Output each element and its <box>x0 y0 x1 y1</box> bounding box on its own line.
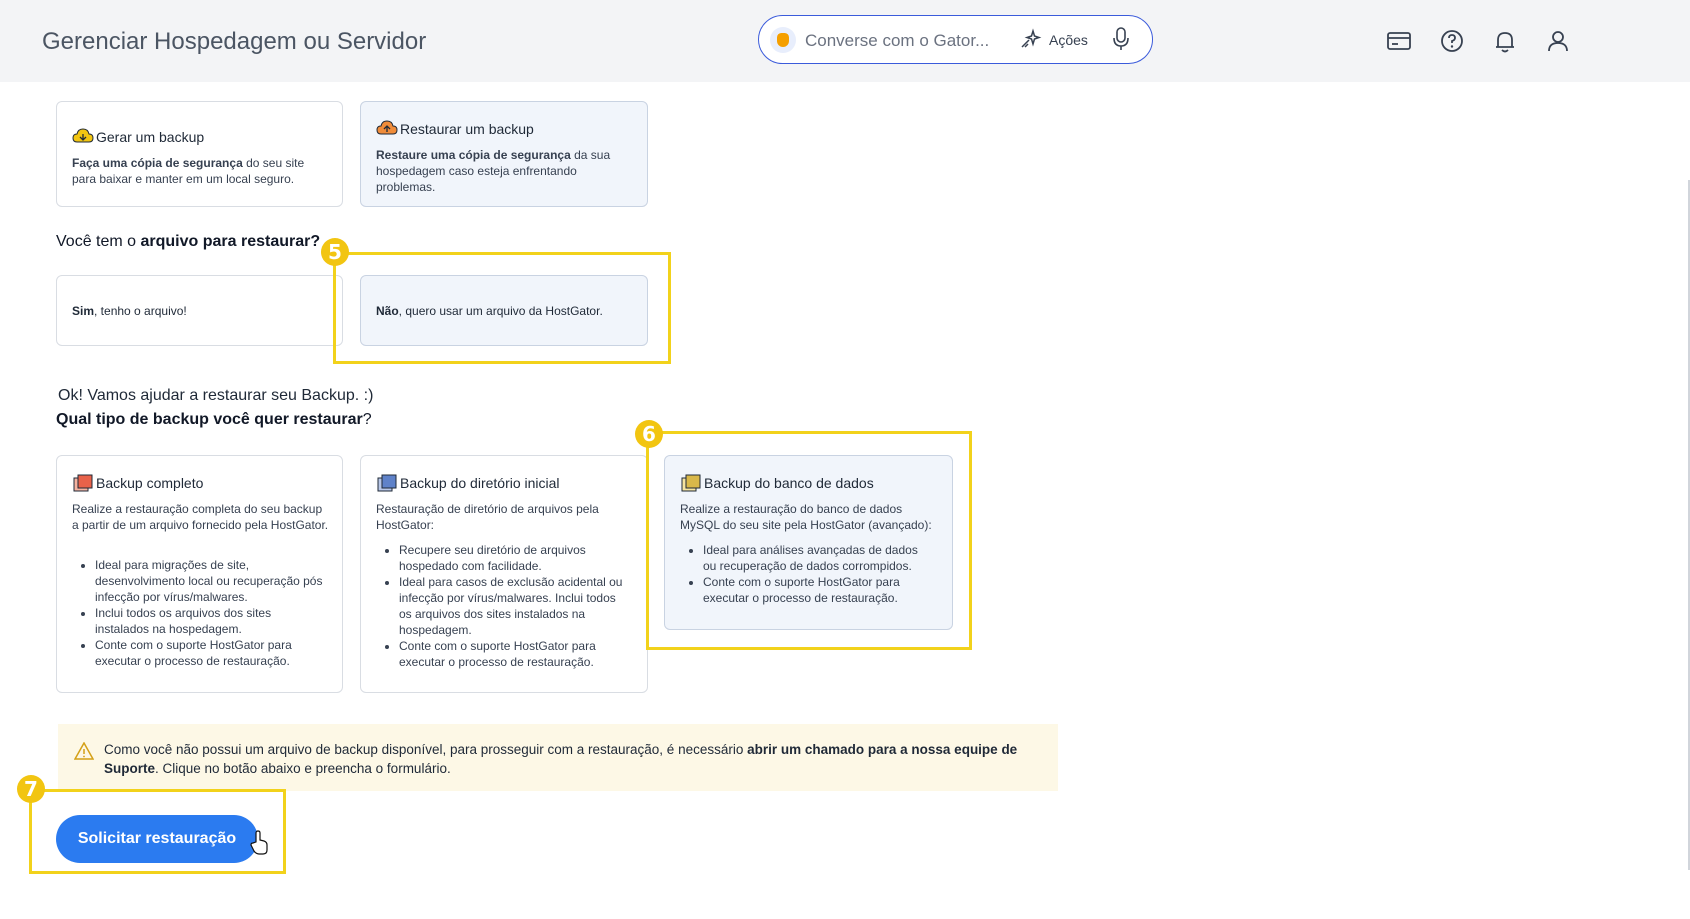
generate-backup-card[interactable]: Gerar um backup Faça uma cópia de segura… <box>56 101 343 207</box>
card-title: Backup completo <box>96 475 204 491</box>
directory-stack-icon <box>377 474 397 492</box>
backup-type-home-directory-card[interactable]: Backup do diretório inicial Restauração … <box>360 455 648 693</box>
list-item: Conte com o suporte HostGator para execu… <box>399 638 629 670</box>
notifications-bell-icon[interactable] <box>1491 27 1519 55</box>
help-icon[interactable] <box>1438 27 1466 55</box>
card-description: Restaure uma cópia de segurança da sua h… <box>376 148 611 194</box>
highlight-step-5 <box>333 252 671 364</box>
list-item: Recupere seu diretório de arquivos hospe… <box>399 542 629 574</box>
highlight-step-6 <box>646 431 972 650</box>
card-title: Gerar um backup <box>96 129 205 145</box>
card-description: Restauração de diretório de arquivos pel… <box>376 502 599 532</box>
billing-card-icon[interactable] <box>1385 27 1413 55</box>
restore-backup-card[interactable]: Restaurar um backup Restaure uma cópia d… <box>360 101 648 207</box>
option-has-file[interactable]: Sim, tenho o arquivo! <box>56 275 343 346</box>
user-profile-icon[interactable] <box>1544 27 1572 55</box>
card-bullet-list: Ideal para migrações de site, desenvolvi… <box>95 557 325 669</box>
list-item: Ideal para migrações de site, desenvolvi… <box>95 557 325 605</box>
card-description: Realize a restauração completa do seu ba… <box>72 502 329 532</box>
top-header: Gerenciar Hospedagem ou Servidor Convers… <box>0 0 1690 82</box>
option-label: Sim, tenho o arquivo! <box>72 304 187 318</box>
step-badge-6: 6 <box>635 420 663 448</box>
card-title: Backup do diretório inicial <box>400 475 560 491</box>
file-question: Você tem o arquivo para restaurar? <box>56 233 321 250</box>
backup-stack-icon <box>73 474 93 492</box>
ok-message: Ok! Vamos ajudar a restaurar seu Backup.… <box>58 387 374 404</box>
list-item: Ideal para casos de exclusão acidental o… <box>399 574 629 638</box>
microphone-icon[interactable] <box>1111 26 1131 52</box>
sparkle-actions-icon[interactable] <box>1019 28 1043 52</box>
alert-text: Como você não possui um arquivo de backu… <box>104 742 1018 776</box>
highlight-step-7 <box>29 789 286 874</box>
page-title: Gerenciar Hospedagem ou Servidor <box>42 28 427 55</box>
card-bullet-list: Recupere seu diretório de arquivos hospe… <box>399 542 629 670</box>
gator-avatar-icon <box>770 27 796 53</box>
gator-chat-box[interactable]: Converse com o Gator... Ações <box>758 15 1153 64</box>
list-item: Conte com o suporte HostGator para execu… <box>95 637 325 669</box>
chat-input[interactable]: Converse com o Gator... <box>805 31 989 51</box>
actions-label[interactable]: Ações <box>1049 32 1088 48</box>
list-item: Inclui todos os arquivos dos sites insta… <box>95 605 325 637</box>
step-badge-7: 7 <box>17 775 45 803</box>
backup-type-complete-card[interactable]: Backup completo Realize a restauração co… <box>56 455 343 693</box>
step-badge-5: 5 <box>321 238 349 266</box>
backup-type-question: Qual tipo de backup você quer restaurar? <box>56 411 372 428</box>
card-title: Restaurar um backup <box>400 121 534 137</box>
warning-icon <box>74 742 94 760</box>
cloud-download-icon <box>72 128 94 143</box>
warning-alert: Como você não possui um arquivo de backu… <box>58 724 1058 791</box>
cloud-upload-icon <box>376 120 398 135</box>
card-description: Faça uma cópia de segurança do seu site … <box>72 156 305 186</box>
